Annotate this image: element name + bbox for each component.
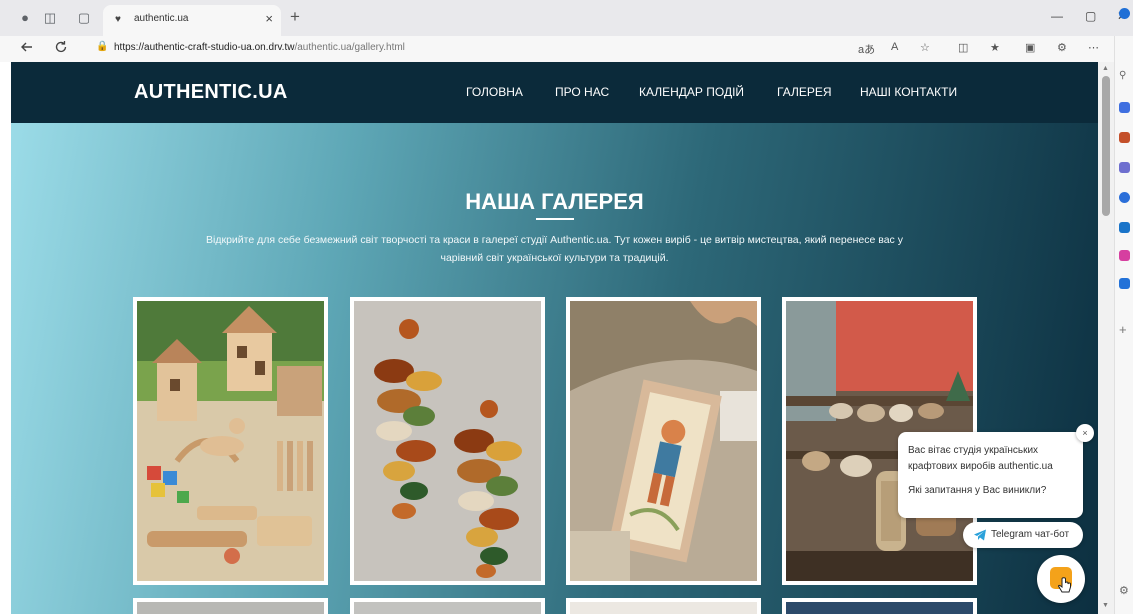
address-bar[interactable]: 🔒 https://authentic-craft-studio-ua.on.d… (86, 37, 846, 59)
refresh-button[interactable] (54, 40, 68, 57)
intro-line-2: чарівний світ української культури та тр… (440, 252, 669, 264)
gallery-item-wooden-toys[interactable] (133, 297, 328, 585)
nav-gallery[interactable]: ГАЛЕРЕЯ (777, 85, 832, 99)
sidebar-send-icon[interactable] (1119, 278, 1130, 289)
sidebar-briefcase-icon[interactable] (1119, 132, 1130, 143)
more-menu-icon[interactable]: ⋯ (1088, 41, 1099, 54)
edge-sidebar: ⚲ + ⚙ (1114, 8, 1133, 614)
title-underline (536, 218, 574, 220)
gallery-image-row2-3 (570, 602, 757, 614)
translate-icon[interactable]: aあ (858, 41, 875, 57)
workspaces-icon[interactable]: ◫ (42, 10, 58, 26)
site-logo[interactable]: AUTHENTIC.UA (134, 81, 288, 104)
gallery-intro: Відкрийте для себе безмежний світ творчо… (131, 231, 978, 267)
tab-actions-icon[interactable]: ▢ (76, 10, 92, 26)
chat-launcher-button[interactable] (1037, 555, 1085, 603)
refresh-icon (55, 41, 67, 53)
copilot-icon[interactable] (1119, 8, 1130, 19)
tab-strip: ● ◫ ▢ ♥ authentic.ua × + — ▢ ✕ (0, 0, 1133, 36)
telegram-label: Telegram чат-бот (991, 529, 1070, 540)
chat-close-button[interactable]: × (1076, 424, 1094, 442)
restore-button[interactable]: ▢ (1085, 9, 1096, 23)
telegram-icon (974, 529, 986, 541)
extensions-icon[interactable]: ⚙ (1057, 41, 1067, 54)
scrollbar-thumb[interactable] (1102, 76, 1110, 216)
site-header: AUTHENTIC.UA ГОЛОВНА ПРО НАС КАЛЕНДАР ПО… (11, 62, 1098, 123)
url-text: https://authentic-craft-studio-ua.on.drv… (114, 42, 405, 53)
chat-greeting: Вас вітає студія українських крафтових в… (908, 443, 1073, 475)
gallery-item-painted-frame[interactable] (566, 297, 761, 585)
chat-greeting-line-1: Вас вітає студія українських (908, 445, 1039, 456)
gallery-item-row2-3[interactable] (566, 598, 761, 614)
favorites-icon[interactable]: ★ (990, 41, 1000, 54)
collections-icon[interactable]: ▣ (1025, 41, 1035, 54)
arrow-left-icon (21, 42, 32, 52)
url-path: /authentic.ua/gallery.html (294, 42, 405, 53)
intro-line-1: Відкрийте для себе безмежний світ творчо… (206, 234, 903, 246)
telegram-chatbot-button[interactable]: Telegram чат-бот (963, 522, 1083, 548)
browser-window: ● ◫ ▢ ♥ authentic.ua × + — ▢ ✕ 🔒 https:/… (0, 0, 1133, 614)
url-host: https://authentic-craft-studio-ua.on.drv… (114, 42, 295, 53)
page-scrollbar[interactable]: ▲ ▼ (1098, 62, 1114, 614)
lock-icon[interactable]: 🔒 (96, 41, 108, 52)
sidebar-games-icon[interactable] (1119, 250, 1130, 261)
sidebar-search-icon[interactable]: ⚲ (1119, 70, 1130, 81)
nav-events[interactable]: КАЛЕНДАР ПОДІЙ (639, 85, 744, 99)
site-favicon-icon: ♥ (115, 14, 121, 25)
nav-about[interactable]: ПРО НАС (555, 85, 609, 99)
gallery-item-row2-1[interactable] (133, 598, 328, 614)
minimize-button[interactable]: — (1051, 9, 1063, 23)
sidebar-settings-icon[interactable]: ⚙ (1119, 586, 1130, 597)
profile-icon[interactable]: ● (17, 10, 33, 26)
gallery-image-row2-2 (354, 602, 541, 614)
tab-close-button[interactable]: × (265, 11, 273, 26)
chat-greeting-bubble: Вас вітає студія українських крафтових в… (898, 432, 1083, 518)
sidebar-outlook-icon[interactable] (1119, 222, 1130, 233)
gallery-image-row2-4 (786, 602, 973, 614)
read-aloud-icon[interactable]: A (891, 41, 898, 53)
sidebar-tag-icon[interactable] (1119, 102, 1130, 113)
hand-cursor-icon (1057, 577, 1071, 593)
chat-greeting-line-2: крафтових виробів authentic.ua (908, 461, 1053, 472)
gallery-item-leaf-earrings[interactable] (350, 297, 545, 585)
page-title: НАША ГАЛЕРЕЯ (465, 189, 644, 214)
scroll-up-arrow-icon[interactable]: ▲ (1102, 65, 1109, 72)
address-row: 🔒 https://authentic-craft-studio-ua.on.d… (0, 36, 1133, 62)
sidebar-add-icon[interactable]: + (1119, 323, 1130, 336)
new-tab-button[interactable]: + (290, 8, 300, 26)
nav-contacts[interactable]: НАШІ КОНТАКТИ (860, 85, 957, 99)
wooden-toys-image (137, 301, 324, 581)
split-screen-icon[interactable]: ◫ (958, 41, 968, 54)
sidebar-circle-icon[interactable] (1119, 192, 1130, 203)
favorite-star-icon[interactable]: ☆ (920, 41, 930, 54)
tab-authentic[interactable]: ♥ authentic.ua × (103, 5, 281, 36)
gallery-item-row2-2[interactable] (350, 598, 545, 614)
sidebar-people-icon[interactable] (1119, 162, 1130, 173)
chat-question: Які запитання у Вас виникли? (908, 485, 1047, 496)
gallery-image-row2-1 (137, 602, 324, 614)
tab-title: authentic.ua (134, 13, 189, 24)
painted-frame-image (570, 301, 757, 581)
back-button[interactable] (20, 40, 34, 57)
gallery-item-row2-4[interactable] (782, 598, 977, 614)
scroll-down-arrow-icon[interactable]: ▼ (1102, 602, 1109, 609)
nav-home[interactable]: ГОЛОВНА (466, 85, 523, 99)
leaf-earrings-image (354, 301, 541, 581)
page-viewport: AUTHENTIC.UA ГОЛОВНА ПРО НАС КАЛЕНДАР ПО… (11, 62, 1098, 614)
